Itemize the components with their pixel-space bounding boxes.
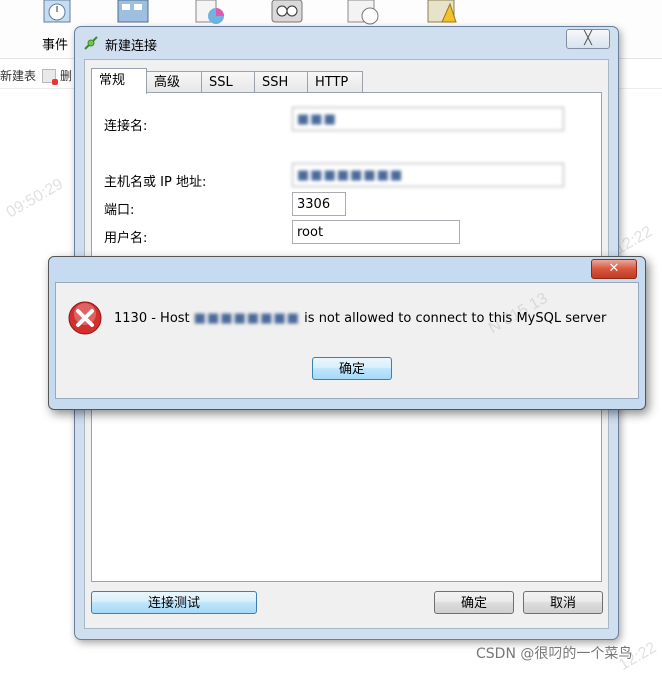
username-input[interactable]: root xyxy=(292,220,460,244)
chart-icon[interactable] xyxy=(192,0,226,26)
connection-icon xyxy=(84,36,98,50)
error-message-prefix: 1130 - Host xyxy=(114,311,194,326)
event-label[interactable]: 事件 xyxy=(42,34,68,53)
tab-http[interactable]: HTTP xyxy=(307,71,363,93)
tab-advanced[interactable]: 高级 xyxy=(146,71,202,93)
error-message-suffix: is not allowed to connect to this MySQL … xyxy=(300,311,607,326)
model-icon[interactable] xyxy=(426,0,460,26)
close-button[interactable]: ╳ xyxy=(566,29,610,49)
username-label: 用户名: xyxy=(104,231,148,246)
connection-name-label: 连接名: xyxy=(104,119,148,134)
cancel-button[interactable]: 取消 xyxy=(523,591,603,614)
watermark-time-left: 09:50:29 xyxy=(3,175,67,222)
host-input[interactable]: ■■■■■■■■ xyxy=(292,163,564,187)
port-input[interactable]: 3306 xyxy=(292,192,346,216)
error-ok-button[interactable]: 确定 xyxy=(312,357,392,380)
test-connection-button[interactable]: 连接测试 xyxy=(91,591,257,614)
tab-ssh[interactable]: SSH xyxy=(254,71,310,93)
report-icon[interactable] xyxy=(116,0,150,26)
ok-button[interactable]: 确定 xyxy=(434,591,514,614)
error-host-redacted: ■■■■■■■■ xyxy=(193,311,301,326)
tab-general[interactable]: 常规 xyxy=(91,68,147,94)
delete-table-icon[interactable] xyxy=(42,69,58,85)
port-label: 端口: xyxy=(104,203,135,218)
error-close-button[interactable]: ✕ xyxy=(591,259,637,279)
event-icon[interactable] xyxy=(40,0,74,26)
csdn-watermark: CSDN @很叼的一个菜鸟 xyxy=(476,646,633,662)
host-label: 主机名或 IP 地址: xyxy=(104,175,207,190)
schedule-icon[interactable] xyxy=(346,0,380,26)
error-body: 1130 - Host ■■■■■■■■ is not allowed to c… xyxy=(55,282,639,399)
error-dialog: ✕ 1130 - Host ■■■■■■■■ is not allowed to… xyxy=(48,256,646,410)
dialog-title: 新建连接 xyxy=(105,39,158,54)
error-icon xyxy=(68,301,102,335)
connection-name-input[interactable]: ■■■ xyxy=(292,107,564,131)
new-table-button[interactable]: 新建表 xyxy=(0,67,36,84)
backup-icon[interactable] xyxy=(270,0,304,26)
tab-ssl[interactable]: SSL xyxy=(201,71,257,93)
delete-table-label[interactable]: 删 xyxy=(60,67,72,84)
